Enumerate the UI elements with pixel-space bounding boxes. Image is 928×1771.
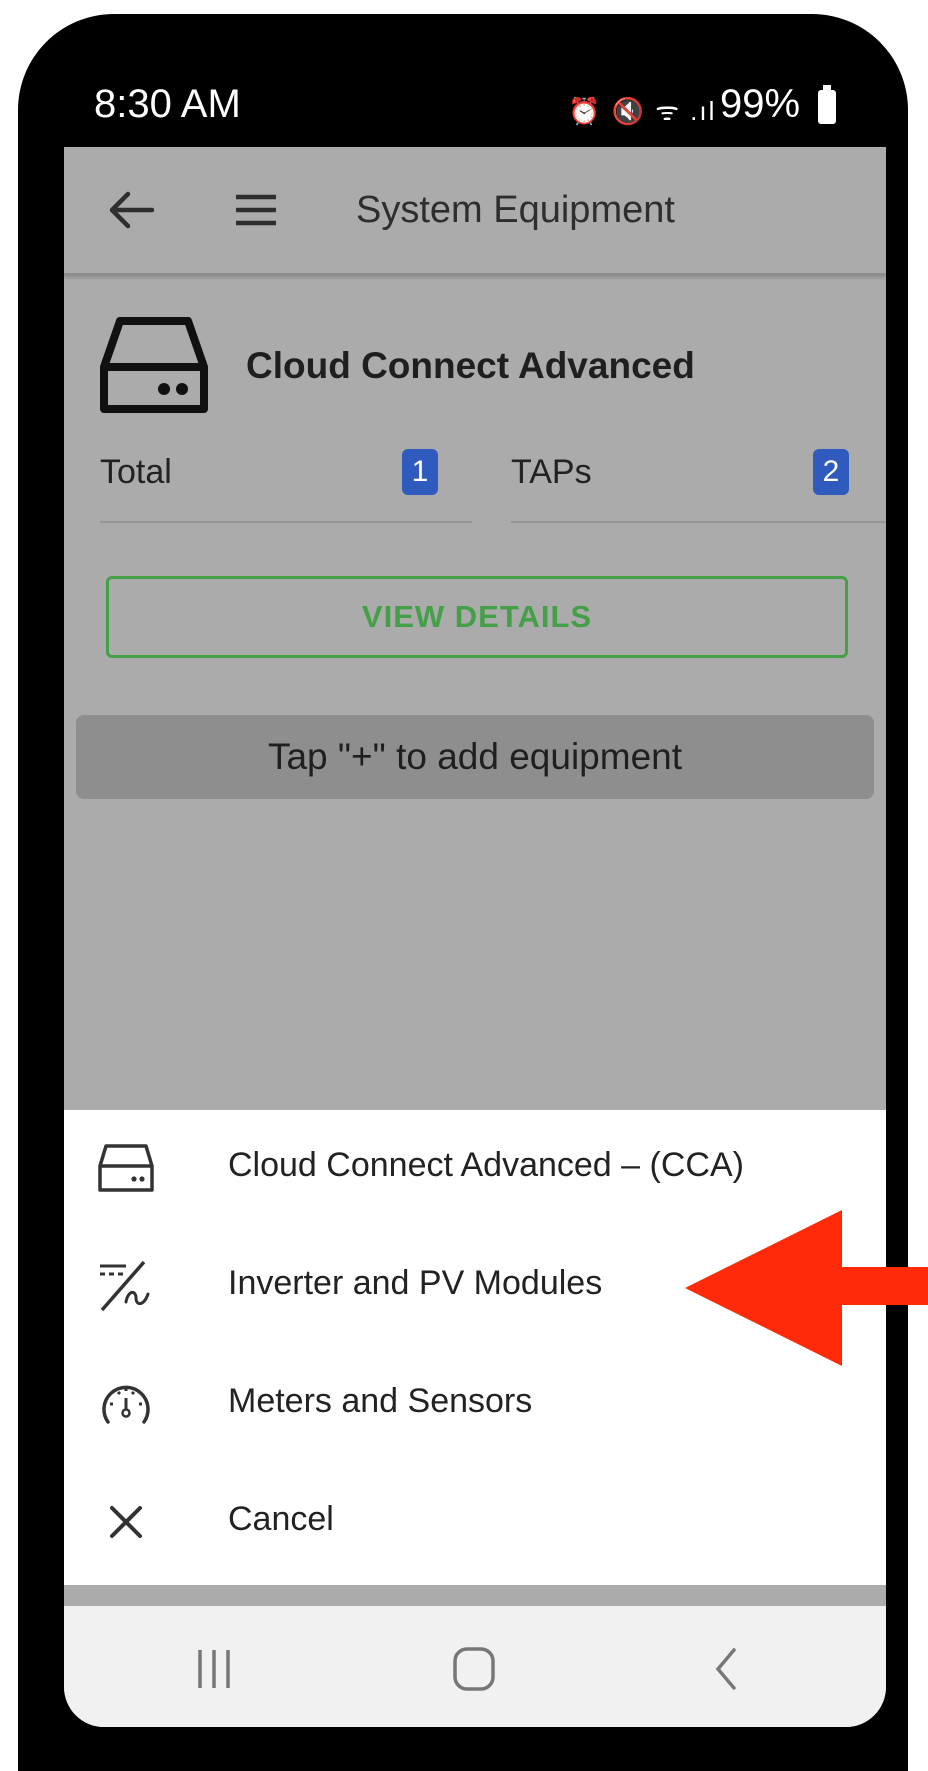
view-details-button[interactable]: VIEW DETAILS	[106, 576, 848, 658]
close-icon	[110, 1506, 142, 1538]
pointer-arrow-icon	[685, 1210, 928, 1366]
device-name: Cloud Connect Advanced	[246, 345, 695, 386]
stat-taps-label: TAPs	[511, 453, 592, 491]
gateway-device-icon	[100, 317, 208, 413]
sheet-item-label: Cloud Connect Advanced – (CCA)	[228, 1146, 744, 1184]
home-icon[interactable]	[444, 1644, 504, 1694]
stat-taps-badge: 2	[813, 449, 849, 495]
stat-taps: TAPs 2	[511, 447, 886, 523]
battery-icon	[818, 85, 836, 124]
app-screen: System Equipment Cloud Connect Advanced …	[64, 147, 886, 1727]
sheet-item-label: Meters and Sensors	[228, 1382, 533, 1420]
add-equipment-hint: Tap "+" to add equipment	[76, 715, 874, 799]
gateway-device-icon	[98, 1144, 154, 1192]
page-title: System Equipment	[356, 189, 675, 231]
app-bar: System Equipment	[64, 147, 886, 276]
stat-total-label: Total	[100, 453, 172, 491]
status-time: 8:30 AM	[94, 82, 241, 126]
back-nav-icon[interactable]	[696, 1644, 756, 1694]
status-bar: 8:30 AM ⏰ 🔇 ᯤ .ıl 99%	[0, 14, 928, 147]
back-arrow-icon[interactable]	[106, 187, 156, 233]
battery-percentage: 99%	[720, 82, 801, 126]
stat-total-badge: 1	[402, 449, 438, 495]
meter-gauge-icon	[102, 1385, 150, 1424]
status-icons: ⏰ 🔇 ᯤ .ıl	[568, 96, 717, 126]
system-nav-bar	[64, 1606, 886, 1727]
sheet-item-label: Inverter and PV Modules	[228, 1264, 603, 1302]
recent-apps-icon[interactable]	[184, 1644, 244, 1694]
inverter-icon	[100, 1260, 150, 1312]
sheet-item-label: Cancel	[228, 1500, 334, 1538]
hamburger-menu-icon[interactable]	[232, 187, 280, 233]
stat-total: Total 1	[100, 447, 472, 523]
sheet-item-cancel[interactable]: Cancel	[64, 1464, 886, 1582]
